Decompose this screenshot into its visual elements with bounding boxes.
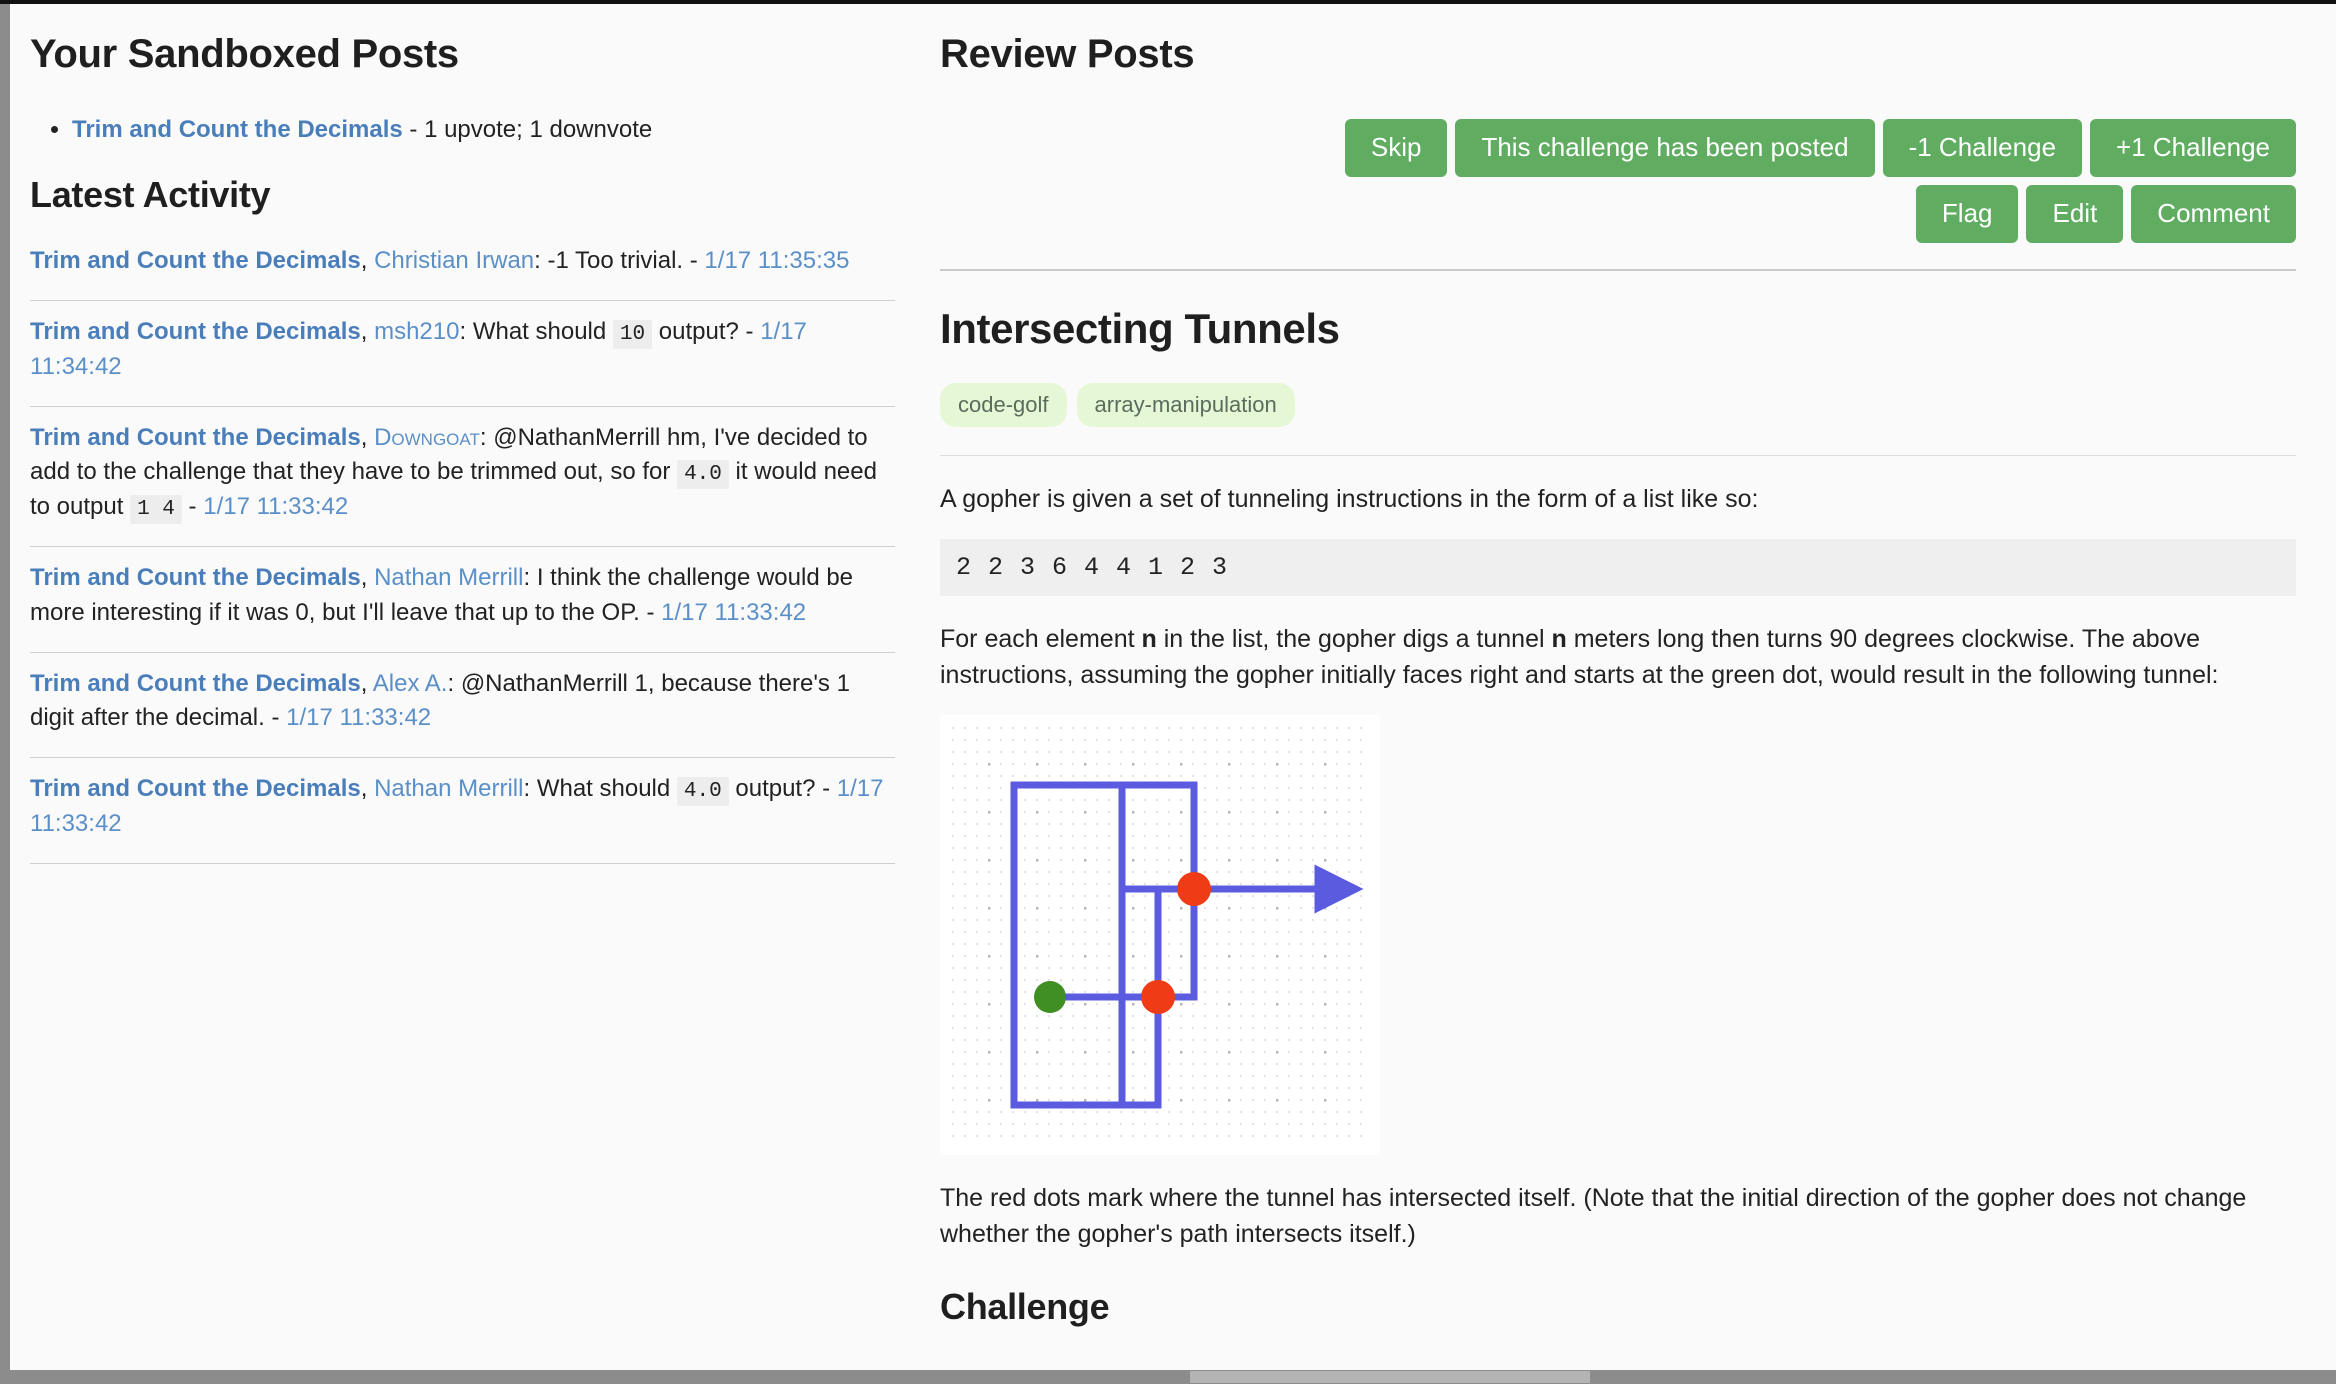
- sandboxed-post-link[interactable]: Trim and Count the Decimals: [72, 116, 403, 143]
- skip-button[interactable]: Skip: [1344, 119, 1448, 177]
- activity-user-link[interactable]: Nathan Merrill: [374, 564, 523, 591]
- post-rules-paragraph: For each element n in the list, the goph…: [940, 625, 2219, 689]
- page-title: Your Sandboxed Posts: [30, 32, 459, 76]
- horizontal-scrollbar[interactable]: [0, 1370, 2336, 1384]
- comment-button[interactable]: Comment: [2131, 184, 2296, 243]
- upvote-challenge-button[interactable]: +1 Challenge: [2090, 119, 2296, 177]
- tag-list: code-golf array-manipulation: [940, 382, 2326, 427]
- activity-post-link[interactable]: Trim and Count the Decimals: [30, 670, 361, 697]
- list-item: Trim and Count the Decimals - 1 upvote; …: [72, 113, 918, 148]
- post-tag[interactable]: array-manipulation: [1076, 382, 1295, 427]
- activity-date-link[interactable]: 1/17 11:33:42: [203, 493, 348, 520]
- already-posted-button[interactable]: This challenge has been posted: [1455, 119, 1875, 177]
- activity-user-link[interactable]: msh210: [374, 318, 459, 345]
- activity-post-link[interactable]: Trim and Count the Decimals: [30, 247, 361, 274]
- activity-post-link[interactable]: Trim and Count the Decimals: [30, 424, 361, 451]
- downvote-challenge-button[interactable]: -1 Challenge: [1882, 119, 2083, 177]
- start-dot: [1034, 981, 1066, 1014]
- activity-user-link[interactable]: Nathan Merrill: [374, 775, 523, 802]
- activity-user-link[interactable]: Christian Irwan: [374, 247, 534, 274]
- activity-date-link[interactable]: 1/17 11:35:35: [704, 247, 849, 274]
- horizontal-scrollbar-thumb[interactable]: [1190, 1371, 1590, 1383]
- review-toolbar: Skip This challenge has been posted -1 Cha…: [940, 119, 2326, 243]
- post-tag[interactable]: code-golf: [940, 382, 1067, 427]
- left-column: Your Sandboxed Posts Trim and Count the …: [10, 4, 940, 1370]
- activity-item: Trim and Count the Decimals, Nathan Merr…: [30, 547, 895, 653]
- intersection-dot: [1177, 872, 1211, 907]
- review-action-row-secondary: Flag Edit Comment: [940, 184, 2296, 243]
- activity-item: Trim and Count the Decimals, Alex A.: @N…: [30, 653, 895, 758]
- latest-activity-title: Latest Activity: [30, 173, 271, 215]
- activity-date-link[interactable]: 1/17 11:33:42: [661, 599, 806, 626]
- instructions-code-block: 2 2 3 6 4 4 1 2 3: [940, 539, 2296, 597]
- activity-date-link[interactable]: 1/17 11:33:42: [286, 704, 431, 731]
- post-caption: The red dots mark where the tunnel has i…: [940, 1184, 2247, 1248]
- activity-item: Trim and Count the Decimals, Christian I…: [30, 230, 895, 301]
- tunnel-diagram: [940, 715, 2326, 1156]
- toolbar-divider: [940, 268, 2296, 271]
- inline-code: 10: [612, 319, 653, 349]
- right-column: Review Posts Skip This challenge has been…: [940, 4, 2336, 1370]
- activity-item: Trim and Count the Decimals, Nathan Merr…: [30, 758, 895, 864]
- inline-code: 4.0: [677, 459, 729, 489]
- activity-post-link[interactable]: Trim and Count the Decimals: [30, 564, 361, 591]
- inline-code: 1 4: [130, 494, 182, 524]
- post-header-divider: [940, 454, 2296, 456]
- activity-item: Trim and Count the Decimals, Downgoat: @…: [30, 407, 895, 548]
- vertical-scrollbar[interactable]: [0, 4, 10, 1370]
- flag-button[interactable]: Flag: [1915, 184, 2019, 243]
- edit-button[interactable]: Edit: [2026, 184, 2124, 243]
- activity-user-link[interactable]: Downgoat: [374, 424, 480, 451]
- challenge-heading: Challenge: [940, 1286, 1110, 1328]
- activity-post-link[interactable]: Trim and Count the Decimals: [30, 318, 361, 345]
- intersection-dot: [1141, 980, 1175, 1015]
- sandboxed-post-meta: - 1 upvote; 1 downvote: [402, 116, 653, 143]
- emphasis-token: n: [1141, 625, 1157, 654]
- activity-post-link[interactable]: Trim and Count the Decimals: [30, 775, 361, 802]
- page-content: Your Sandboxed Posts Trim and Count the …: [10, 4, 2336, 1370]
- activity-item: Trim and Count the Decimals, msh210: Wha…: [30, 301, 895, 407]
- tunnel-diagram-svg: [940, 715, 1380, 1156]
- post-title: Intersecting Tunnels: [940, 304, 1340, 352]
- review-action-row-primary: Skip This challenge has been posted -1 Cha…: [940, 119, 2296, 177]
- activity-list: Trim and Count the Decimals, Christian I…: [30, 230, 918, 864]
- sandboxed-posts-list: Trim and Count the Decimals - 1 upvote; …: [30, 113, 918, 148]
- review-posts-title: Review Posts: [940, 32, 1195, 76]
- emphasis-token: n: [1551, 625, 1567, 654]
- activity-user-link[interactable]: Alex A.: [373, 670, 448, 697]
- post-intro-paragraph: A gopher is given a set of tunneling ins…: [940, 484, 1759, 513]
- inline-code: 4.0: [676, 776, 729, 806]
